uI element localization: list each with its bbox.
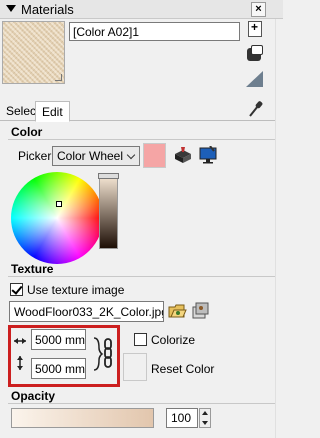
reset-color-label[interactable]: Reset Color: [151, 362, 214, 376]
opacity-spinner[interactable]: [199, 408, 211, 428]
match-model-color-icon[interactable]: [174, 146, 192, 164]
opacity-divider: [8, 403, 276, 404]
brightness-slider-thumb[interactable]: [98, 173, 119, 179]
picker-dropdown[interactable]: Color Wheel: [52, 146, 140, 166]
height-arrow-icon: [17, 356, 23, 370]
eyedropper-icon[interactable]: [247, 100, 263, 118]
picker-value: Color Wheel: [57, 149, 124, 163]
color-wheel[interactable]: [11, 172, 103, 264]
panel-titlebar: Materials ×: [0, 0, 283, 19]
color-section-label: Color: [11, 125, 43, 139]
edit-texture-icon[interactable]: [191, 301, 209, 320]
opacity-value-field[interactable]: 100: [166, 408, 198, 428]
resize-corner-icon: [55, 74, 62, 81]
texture-height-field[interactable]: 5000 mm: [31, 358, 86, 379]
create-material-icon[interactable]: [248, 20, 262, 37]
chain-link-icon[interactable]: [90, 336, 114, 372]
close-button[interactable]: ×: [251, 2, 266, 17]
material-name-field[interactable]: [Color A02]1: [69, 22, 240, 41]
use-texture-label: Use texture image: [27, 283, 125, 297]
opacity-slider[interactable]: [11, 408, 154, 428]
match-screen-color-icon[interactable]: [199, 146, 217, 164]
tab-bar: Select Edit: [0, 99, 283, 122]
material-preview-swatch: [2, 21, 65, 84]
tab-edit[interactable]: Edit: [35, 101, 70, 122]
texture-width-field[interactable]: 5000 mm: [31, 329, 86, 350]
colorize-label: Colorize: [151, 333, 196, 347]
width-arrow-icon: [14, 338, 26, 344]
folder-browse-icon[interactable]: [168, 301, 187, 320]
current-color-swatch: [143, 143, 166, 168]
chevron-down-icon: [126, 150, 136, 160]
spinner-down-icon[interactable]: [202, 421, 208, 425]
collapse-arrow-icon[interactable]: [6, 5, 16, 12]
opacity-section-label: Opacity: [11, 389, 56, 403]
picker-label: Picker:: [18, 149, 55, 163]
reset-color-swatch[interactable]: [123, 353, 147, 381]
brightness-slider[interactable]: [99, 175, 118, 249]
panel-title: Materials: [21, 2, 74, 17]
color-wheel-marker[interactable]: [56, 201, 62, 207]
panel-scrollbar[interactable]: [275, 19, 283, 438]
texture-section-label: Texture: [11, 262, 54, 276]
colorize-checkbox[interactable]: [134, 333, 147, 346]
default-material-icon[interactable]: [246, 44, 264, 62]
texture-divider: [8, 276, 276, 277]
sample-paint-icon[interactable]: [244, 70, 264, 88]
use-texture-checkbox[interactable]: [10, 283, 23, 296]
color-divider: [8, 139, 276, 140]
spinner-up-icon[interactable]: [202, 411, 208, 415]
texture-filename-field[interactable]: WoodFloor033_2K_Color.jpg: [9, 301, 164, 322]
